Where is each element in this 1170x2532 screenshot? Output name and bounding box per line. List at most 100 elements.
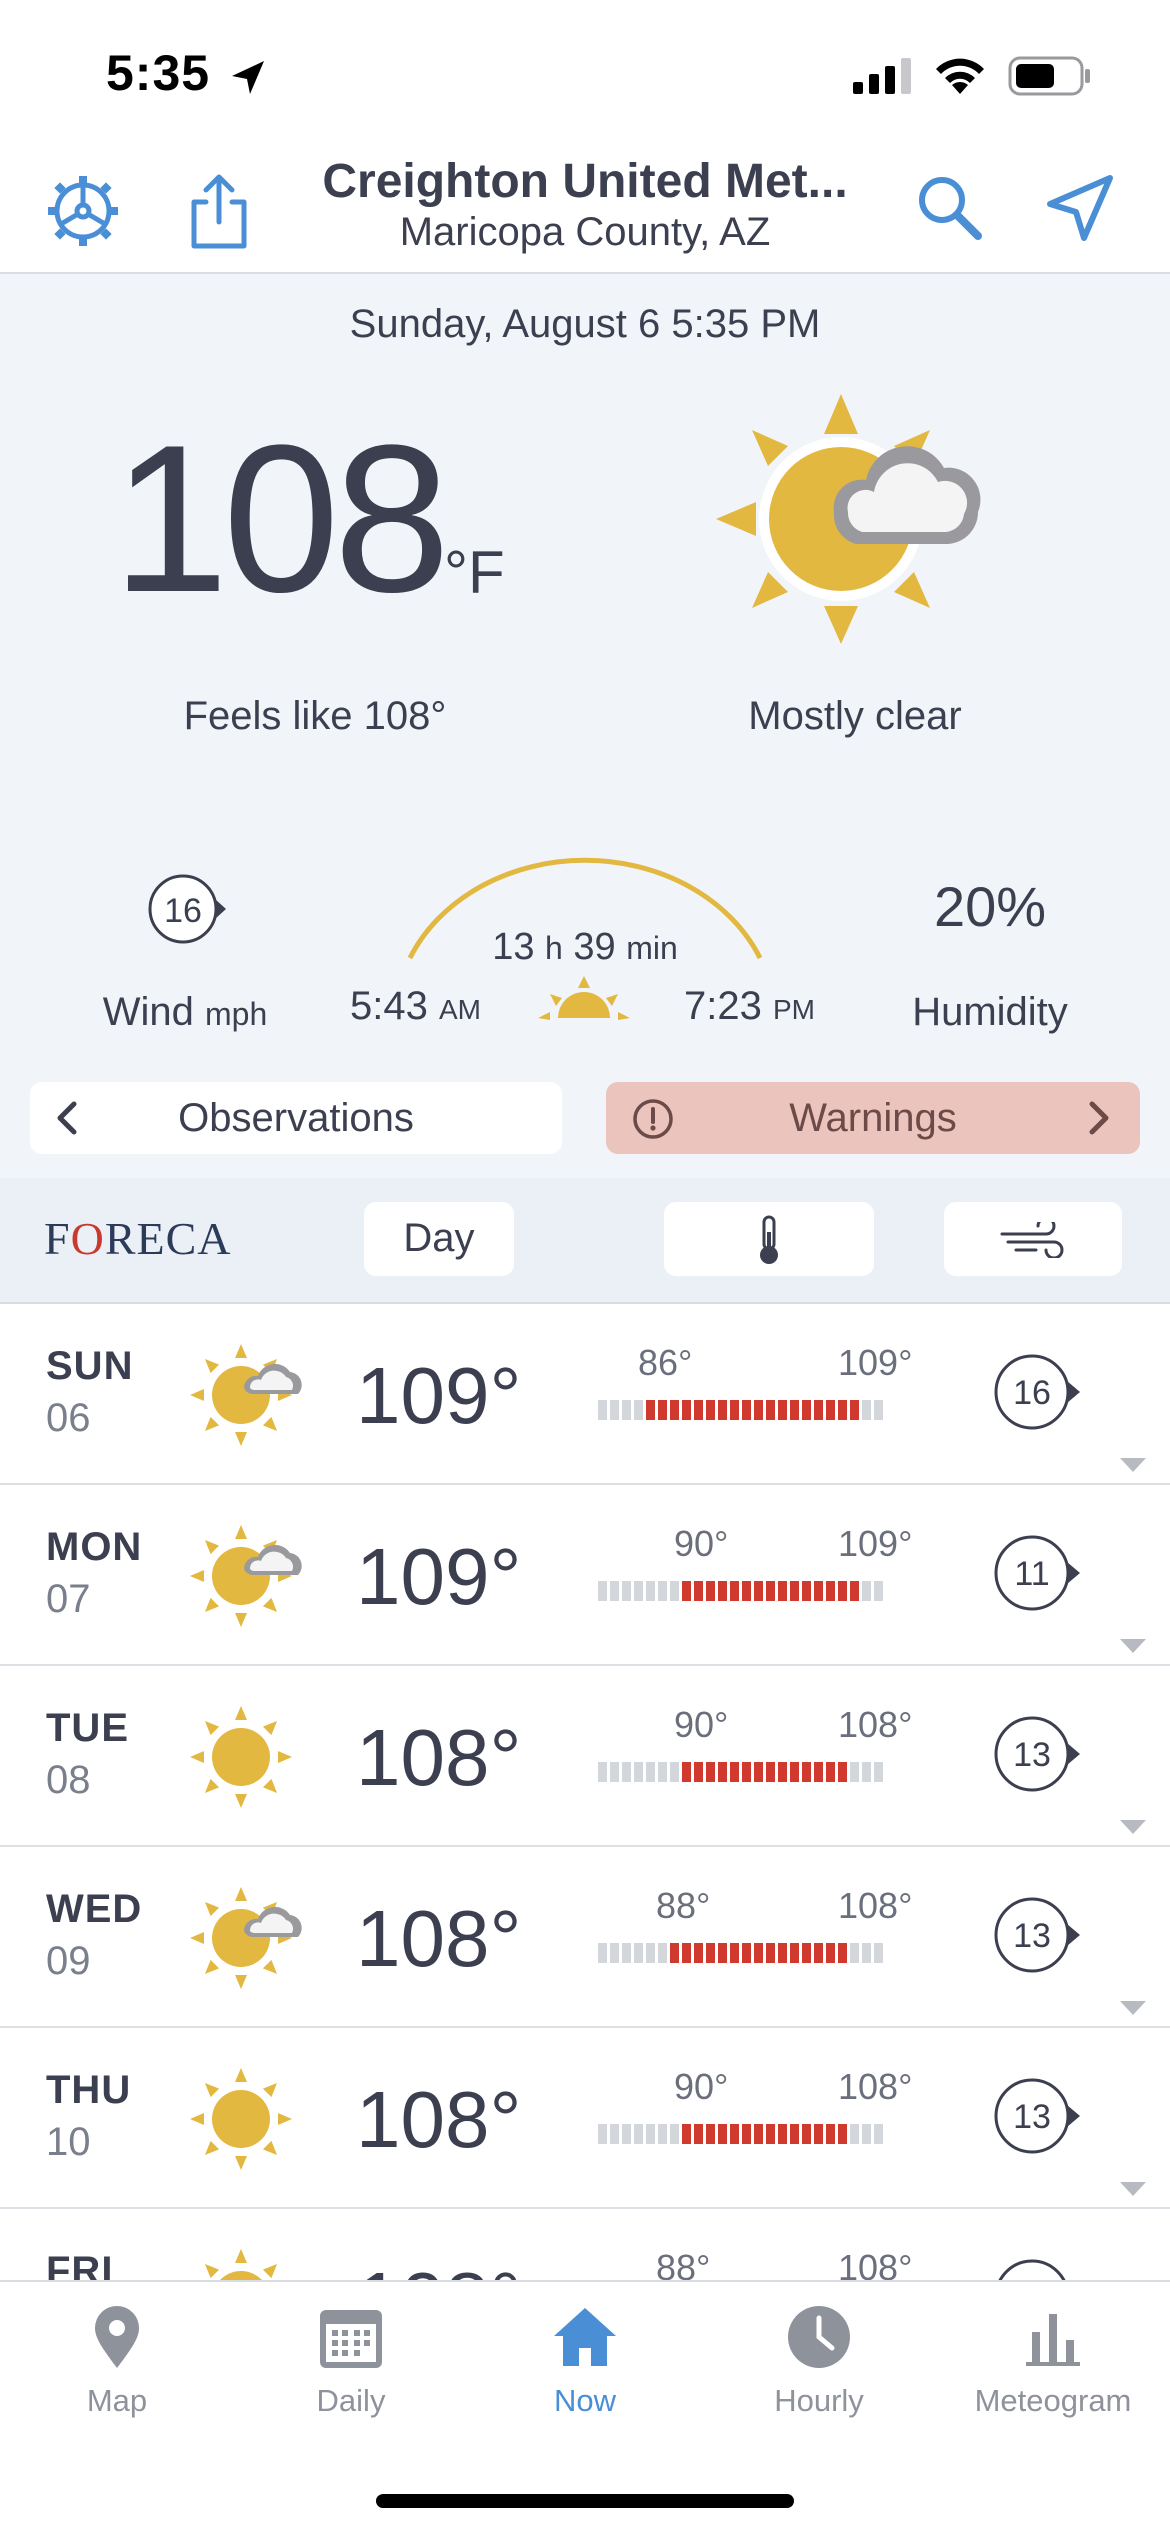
- forecast-min: 88°: [656, 1885, 711, 1926]
- wind-label: Wind mph: [40, 990, 330, 1035]
- sun-icon: [204, 2249, 278, 2280]
- wind-unit: mph: [205, 996, 268, 1032]
- share-icon[interactable]: [186, 172, 252, 250]
- forecast-min: 90°: [674, 1523, 729, 1564]
- daily-forecast-list: SUN 06 109° 86° 109° 16 MON 07 109° 90° …: [0, 1304, 1170, 2280]
- sunrise-time: 5:43 AM: [350, 984, 481, 1029]
- battery-icon: [1008, 56, 1090, 96]
- forecast-date: 06: [46, 1396, 91, 1440]
- forecast-max: 108°: [838, 2066, 913, 2107]
- forecast-row[interactable]: THU 10 108° 90° 108° 13: [0, 2028, 1170, 2209]
- forecast-row[interactable]: SUN 06 109° 86° 109° 16: [0, 1304, 1170, 1485]
- forecast-min: 86°: [638, 1342, 693, 1383]
- forecast-max: 109°: [838, 1342, 913, 1383]
- forecast-wind: 13: [1013, 2098, 1051, 2136]
- tab-map-label: Map: [86, 2383, 148, 2418]
- app-header: Creighton United Met... Maricopa County,…: [0, 150, 1170, 274]
- thermometer-icon: [760, 1215, 778, 1264]
- wind-direction-icon: 11: [994, 1535, 1080, 1611]
- tab-now-label: Now: [553, 2383, 616, 2418]
- forecast-row[interactable]: WED 09 108° 88° 108° 13: [0, 1847, 1170, 2028]
- forecast-temp: 108°: [356, 2255, 521, 2280]
- wind-toggle[interactable]: [944, 1202, 1122, 1276]
- forecast-date: 09: [46, 1939, 91, 1983]
- forecast-temp: 108°: [356, 1894, 522, 1983]
- location-subtitle[interactable]: Maricopa County, AZ: [280, 210, 890, 255]
- wind-label-text: Wind: [102, 990, 194, 1034]
- forecast-max: 108°: [838, 1704, 913, 1745]
- temperature-unit: °F: [444, 539, 505, 606]
- temperature-range-bar: [598, 2124, 883, 2144]
- expand-caret-icon[interactable]: [1118, 1818, 1148, 1836]
- expand-caret-icon[interactable]: [1118, 1637, 1148, 1655]
- tab-daily[interactable]: Daily: [234, 2304, 468, 2419]
- settings-gear-icon[interactable]: [44, 172, 122, 250]
- logo-part-o: O: [70, 1213, 105, 1264]
- bar-chart-icon: [1026, 2314, 1080, 2366]
- tab-meteogram-label: Meteogram: [974, 2383, 1132, 2418]
- navigation-arrow-icon[interactable]: [1044, 172, 1116, 244]
- forecast-temp: 108°: [356, 2075, 522, 2164]
- forecast-temp: 109°: [356, 1351, 522, 1440]
- current-temperature: 108: [112, 401, 450, 636]
- tab-map[interactable]: Map: [0, 2304, 234, 2419]
- tab-meteogram[interactable]: Meteogram: [936, 2304, 1170, 2419]
- sunset-ampm: PM: [772, 994, 815, 1025]
- forecast-row[interactable]: FRI 11 108° 88° 108° 13: [0, 2209, 1170, 2280]
- logo-part-reca: RECA: [104, 1213, 232, 1264]
- forecast-day: FRI: [46, 2249, 114, 2280]
- day-toggle-label: Day: [403, 1216, 475, 1260]
- calendar-icon: [320, 2310, 382, 2368]
- tab-hourly[interactable]: Hourly: [702, 2304, 936, 2419]
- day-length-hours: 13: [492, 926, 535, 968]
- current-conditions-panel: Sunday, August 6 5:35 PM 108 °F Feels li…: [0, 274, 1170, 1178]
- sunrise-value: 5:43: [350, 984, 428, 1028]
- tab-now[interactable]: Now: [468, 2304, 702, 2419]
- sun-cloud-icon: [190, 1344, 302, 1446]
- chevron-right-icon: [1089, 1101, 1109, 1135]
- sunrise-ampm: AM: [438, 994, 481, 1025]
- forecast-temp: 109°: [356, 1532, 522, 1621]
- forecast-day: SUN: [46, 1344, 134, 1388]
- forecast-row[interactable]: MON 07 109° 90° 109° 11: [0, 1485, 1170, 1666]
- temperature-toggle[interactable]: [664, 1202, 874, 1276]
- forecast-min: 88°: [656, 2247, 711, 2280]
- feels-like: Feels like 108°: [183, 694, 447, 738]
- observations-button[interactable]: Observations: [30, 1082, 562, 1154]
- expand-caret-icon[interactable]: [1118, 2180, 1148, 2198]
- observations-label: Observations: [178, 1096, 414, 1140]
- expand-caret-icon[interactable]: [1118, 1456, 1148, 1474]
- temperature-range-bar: [598, 1581, 883, 1601]
- location-title[interactable]: Creighton United Met...: [280, 154, 890, 209]
- home-icon: [554, 2308, 616, 2366]
- logo-part-f: F: [44, 1213, 71, 1264]
- forecast-day: WED: [46, 1887, 143, 1931]
- home-indicator: [376, 2494, 794, 2508]
- forecast-wind: 16: [1013, 1374, 1051, 1412]
- warnings-button[interactable]: Warnings: [606, 1082, 1140, 1154]
- location-arrow-icon: [232, 61, 264, 94]
- foreca-logo: FORECA: [44, 1212, 232, 1265]
- forecast-wind: 11: [1014, 1555, 1049, 1593]
- wind-icon: [1000, 1222, 1064, 1258]
- search-icon[interactable]: [914, 172, 984, 242]
- forecast-temp: 108°: [356, 1713, 522, 1802]
- day-toggle[interactable]: Day: [364, 1202, 514, 1276]
- day-length-hours-unit: h: [545, 930, 563, 966]
- sun-icon: [190, 1706, 292, 1808]
- forecast-date: 10: [46, 2120, 91, 2164]
- wind-direction-icon: 13: [994, 1897, 1080, 1973]
- forecast-row[interactable]: TUE 08 108° 90° 108° 13: [0, 1666, 1170, 1847]
- wind-direction-icon: 13: [998, 2259, 1066, 2280]
- forecast-date: 07: [46, 1577, 91, 1621]
- sunrise-sun-icon: [538, 976, 630, 1020]
- forecast-min: 90°: [674, 1704, 729, 1745]
- wind-direction-icon: 16: [148, 874, 226, 944]
- clock-icon: [788, 2306, 850, 2368]
- day-length-minutes: 39: [573, 926, 616, 968]
- forecast-wind: 13: [1013, 1736, 1051, 1774]
- wind-direction-icon: 16: [994, 1354, 1080, 1430]
- forecast-wind: 13: [1013, 1917, 1051, 1955]
- cellular-signal-icon: [853, 58, 911, 94]
- expand-caret-icon[interactable]: [1118, 1999, 1148, 2017]
